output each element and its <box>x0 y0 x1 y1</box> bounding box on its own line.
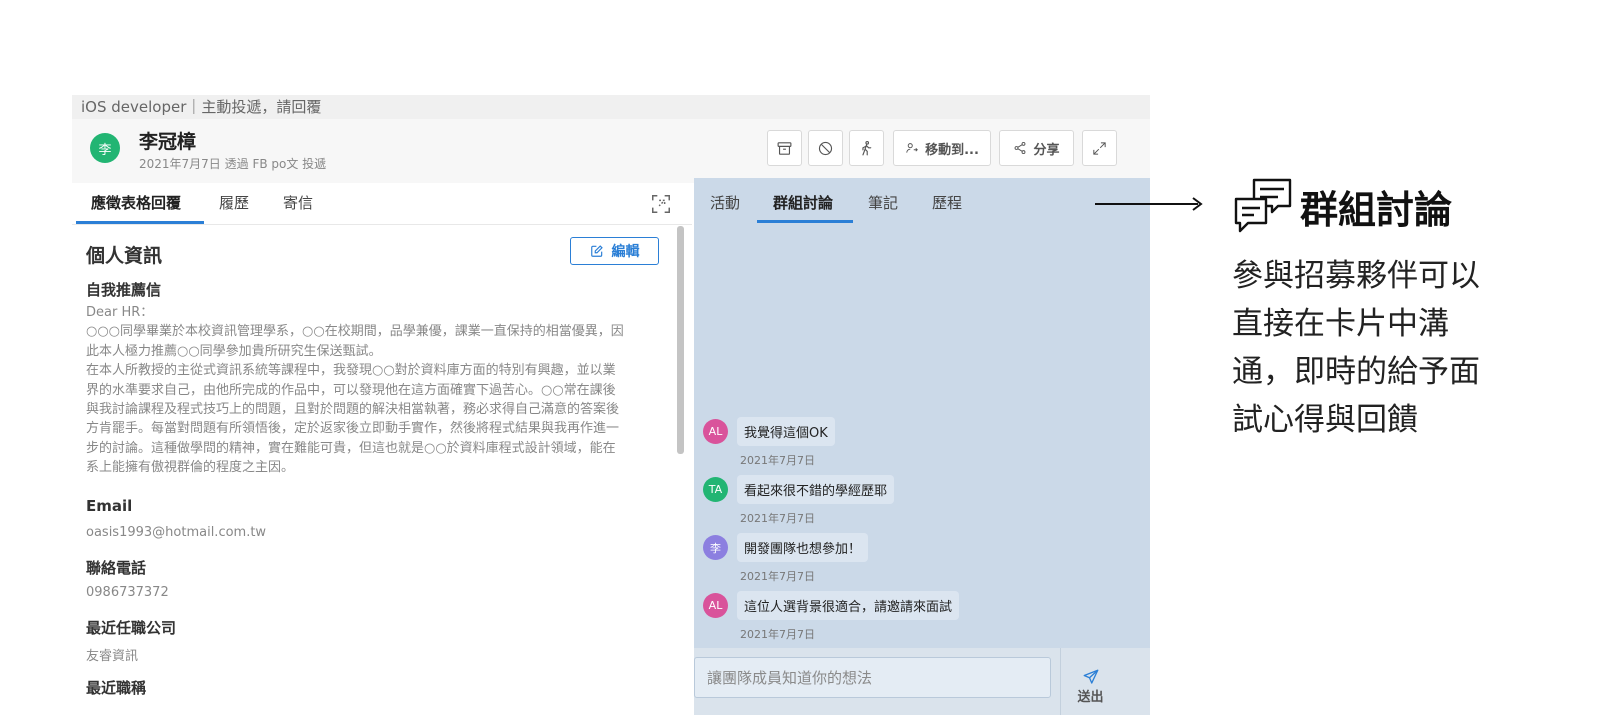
recommendation-letter: Dear HR： ○○○同學畢業於本校資訊管理學系，○○在校期間，品學兼優，課業… <box>86 303 658 478</box>
recommendation-label: 自我推薦信 <box>86 281 162 299</box>
tab-group-discussion[interactable]: 群組討論 <box>773 192 833 213</box>
archive-icon <box>777 141 792 155</box>
letter-line: 此本人極力推薦○○同學參加貴所研究生保送甄試。 <box>86 343 382 359</box>
letter-line: 與我討論課程及程式技巧上的問題，且對於問題的解決相當執著，務必求得自己滿意的答案… <box>86 402 620 418</box>
app-window: iOS developer｜主動投遞，請回覆 李 李冠樟 2021年7月7日 透… <box>72 95 1150 715</box>
move-to-button[interactable]: 移動到... <box>893 130 991 166</box>
archive-button[interactable] <box>767 130 802 166</box>
company-label: 最近任職公司 <box>86 619 177 637</box>
scan-icon[interactable] <box>650 193 672 215</box>
annotation-line: 試心得與回饋 <box>1232 402 1418 438</box>
share-button[interactable]: 分享 <box>999 130 1074 166</box>
window-title: iOS developer｜主動投遞，請回覆 <box>72 95 1150 119</box>
letter-line: 界的水準要求自己，由他所完成的作品中，可以發現他在這方面確實下過苦心。○○常在課… <box>86 382 616 398</box>
share-label: 分享 <box>1033 142 1060 158</box>
edit-button[interactable]: 編輯 <box>570 237 659 265</box>
scrollbar[interactable] <box>677 226 684 454</box>
active-tab-indicator <box>757 220 853 223</box>
message-input[interactable] <box>694 657 1051 698</box>
share-icon <box>1015 141 1026 155</box>
letter-line: 在本人所教授的主從式資訊系統等課程中，我發現○○對於資料庫方面的特別有興趣，並以… <box>86 363 616 379</box>
message-composer: 送出 <box>694 648 1150 715</box>
discussion-pane: 活動 群組討論 筆記 歷程 AL 我覺得這個OK 2021年7月7日 TA 看起… <box>694 178 1150 715</box>
tab-notes[interactable]: 筆記 <box>868 192 898 213</box>
message-date: 2021年7月7日 <box>740 454 815 467</box>
message-bubble: 看起來很不錯的學經歷耶 <box>737 475 895 504</box>
message-avatar: AL <box>703 593 728 618</box>
message-avatar: TA <box>703 477 728 502</box>
walk-button[interactable] <box>849 130 884 166</box>
letter-line: ○○○同學畢業於本校資訊管理學系，○○在校期間，品學兼優，課業一直保持的相當優異… <box>86 324 624 340</box>
annotation-title: 群組討論 <box>1300 188 1453 232</box>
email-value: oasis1993@hotmail.com.tw <box>86 525 267 540</box>
expand-button[interactable] <box>1082 130 1117 166</box>
tab-history[interactable]: 歷程 <box>932 192 962 213</box>
section-title: 個人資訊 <box>86 245 163 267</box>
send-label: 送出 <box>1077 690 1104 705</box>
block-button[interactable] <box>808 130 843 166</box>
application-pane: 應徵表格回覆 履歷 寄信 個人資訊 編輯 自我推薦信 Dear HR： ○○○同… <box>72 183 692 715</box>
candidate-submitted: 2021年7月7日 透過 FB po文 投遞 <box>139 157 327 171</box>
block-icon <box>818 141 833 155</box>
phone-value: 0986737372 <box>86 585 169 600</box>
message-date: 2021年7月7日 <box>740 570 815 583</box>
message-avatar: 李 <box>703 535 728 560</box>
annotation-line: 通，即時的給予面 <box>1232 354 1480 390</box>
message-date: 2021年7月7日 <box>740 628 815 641</box>
letter-line: 步的討論。這種做學問的精神，實在難能可貴，但這也就是○○於資料庫程式設計領域，能… <box>86 440 616 456</box>
expand-icon <box>1093 141 1106 155</box>
email-label: Email <box>86 497 133 515</box>
candidate-avatar: 李 <box>90 133 120 163</box>
letter-line: 系上能擁有傲視群倫的程度之主因。 <box>86 460 295 476</box>
message-bubble: 我覺得這個OK <box>737 417 835 446</box>
active-tab-indicator <box>76 221 204 224</box>
annotation-line: 參與招募夥伴可以 <box>1232 258 1480 294</box>
tab-form-reply[interactable]: 應徵表格回覆 <box>91 192 181 213</box>
send-icon <box>1083 669 1098 684</box>
tab-activity[interactable]: 活動 <box>710 192 740 213</box>
candidate-name: 李冠樟 <box>139 131 197 153</box>
letter-line: Dear HR： <box>86 305 154 320</box>
letter-line: 方肯罷手。每當對問題有所領悟後，定於返家後立即動手實作，然後將程式結果與我再作進… <box>86 421 620 437</box>
move-user-icon <box>906 143 918 153</box>
send-button[interactable]: 送出 <box>1060 648 1120 715</box>
application-tabs: 應徵表格回覆 履歷 寄信 <box>72 183 692 225</box>
move-to-label: 移動到... <box>925 142 979 158</box>
message-bubble: 這位人選背景很適合，請邀請來面試 <box>737 591 960 620</box>
company-value: 友睿資訊 <box>86 649 139 664</box>
job-title-label: 最近職稱 <box>86 679 147 697</box>
chat-bubbles-icon <box>1234 178 1292 233</box>
arrow-icon <box>1095 197 1203 211</box>
phone-label: 聯絡電話 <box>86 559 147 577</box>
tab-resume[interactable]: 履歷 <box>219 192 249 213</box>
walk-icon <box>862 140 872 155</box>
annotation-line: 直接在卡片中溝 <box>1232 306 1449 342</box>
annotation-body: 參與招募夥伴可以 直接在卡片中溝 通，即時的給予面 試心得與回饋 <box>1232 252 1532 444</box>
edit-label: 編輯 <box>611 244 640 260</box>
edit-icon <box>590 245 603 257</box>
candidate-header: 李 李冠樟 2021年7月7日 透過 FB po文 投遞 移動到... 分享 <box>72 119 1150 183</box>
tab-send-mail[interactable]: 寄信 <box>283 192 313 213</box>
message-date: 2021年7月7日 <box>740 512 815 525</box>
message-avatar: AL <box>703 419 728 444</box>
message-bubble: 開發團隊也想參加！ <box>737 533 869 562</box>
